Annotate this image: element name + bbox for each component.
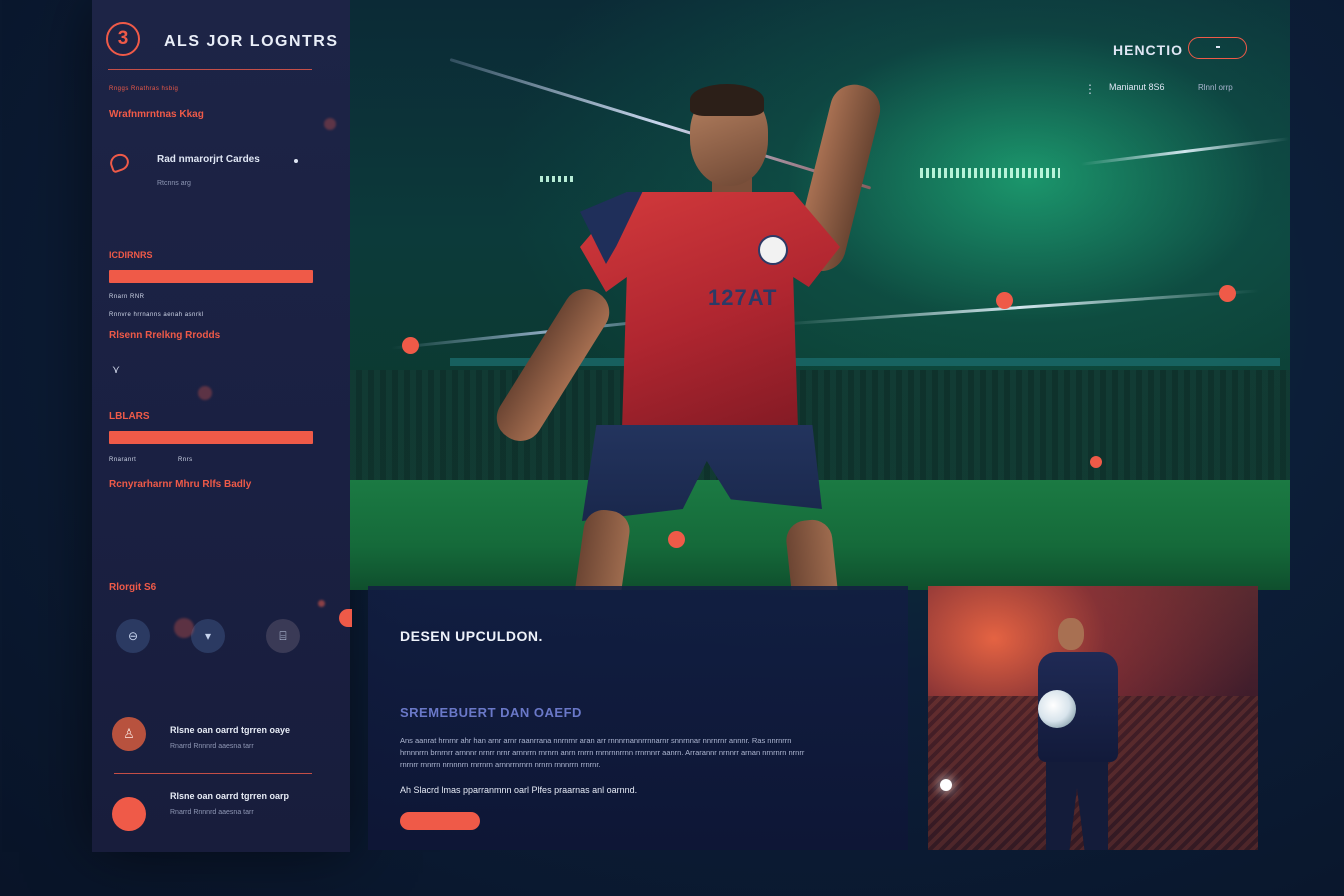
pill-marker [1216, 46, 1220, 48]
content-panel: DESEN UPCULDON. SREMEBUERT DAN OAEFD Ans… [368, 586, 908, 850]
sidebar: 3 ALS JOR LOGNTRS Rnggs Rnathras hsbig W… [92, 0, 350, 852]
panel-title: DESEN UPCULDON. [400, 628, 543, 644]
light-streak [1080, 137, 1290, 166]
highlight-dot [996, 292, 1013, 309]
user-icon[interactable]: ♙ [112, 717, 146, 751]
sidebar-caption: Rnaranrt [109, 457, 137, 463]
jersey-number: 127AT [708, 285, 778, 310]
sidebar-link[interactable]: Rlsenn Rrelkng Rrodds [109, 330, 220, 341]
sidebar-caption: Rnggs Rnathras hsbig [109, 86, 179, 92]
ring-icon [107, 151, 132, 174]
football-icon [1038, 690, 1076, 728]
player-hair [690, 84, 764, 116]
hero-meta-link[interactable]: Manianut 8S6 [1109, 82, 1165, 92]
club-crest-icon [758, 235, 788, 265]
decor-dot [174, 618, 194, 638]
list-item-title[interactable]: Rlsne oan oarrd tgrren oaye [170, 725, 290, 735]
app-frame: 3 ALS JOR LOGNTRS Rnggs Rnathras hsbig W… [0, 0, 1344, 896]
decor-dot [198, 386, 212, 400]
sidebar-caption: Rnarn RNR [109, 294, 145, 300]
panel-subtitle: SREMEBUERT DAN OAEFD [400, 705, 582, 720]
divider [114, 773, 312, 774]
stadium-light [940, 779, 952, 791]
hero-meta-link[interactable]: Rlnnl orrp [1198, 83, 1233, 92]
sidebar-caption: Rnnvre hrrnanns aenah asnrkl [109, 312, 204, 318]
panel-body-text: Ans aanrat hrnrnr ahr han arnr arnr raan… [400, 736, 805, 769]
cta-button[interactable] [400, 812, 480, 830]
highlight-dot [1219, 285, 1236, 302]
sidebar-caption: Rnrs [178, 457, 193, 463]
divider [108, 69, 312, 70]
sidebar-section-heading[interactable]: Wrafnmrntnas Kkag [109, 109, 204, 120]
decor-dot [318, 600, 325, 607]
list-item-subtitle: Rnarrd Rnnnrd aaesna tarr [170, 743, 254, 750]
highlight-dot [1090, 456, 1102, 468]
logo-badge[interactable]: 3 [106, 22, 140, 56]
player-head [1058, 618, 1084, 650]
panel-note: Ah Slacrd lmas pparranmnn oarl Plfes pra… [400, 785, 638, 795]
sidebar-section-heading: ICDIRNRS [109, 250, 153, 260]
decor-dot [339, 609, 352, 627]
status-dot [294, 159, 298, 163]
sidebar-section-heading: Rlorgit S6 [109, 582, 157, 593]
floodlight [920, 168, 1060, 178]
list-item-title[interactable]: Rlsne oan oarrd tgrren oarp [170, 791, 289, 801]
minus-circle-icon[interactable]: ⊖ [116, 619, 150, 653]
player-arm [488, 280, 618, 450]
dropdown-icon[interactable]: ▾ [191, 619, 225, 653]
sidebar-item-subtitle: Rtcnns arg [157, 180, 191, 187]
progress-bar[interactable] [109, 270, 313, 283]
list-item-subtitle: Rnarrd Rnnnrd aaesna tarr [170, 809, 254, 816]
player-figure: 127AT [488, 79, 910, 590]
record-icon[interactable] [112, 797, 146, 831]
decor-dot [324, 118, 336, 130]
sidebar-section-heading: LBLARS [109, 411, 150, 422]
hero-title: HENCTIO [1113, 42, 1183, 58]
highlight-dot [402, 337, 419, 354]
hero-pill-button[interactable] [1188, 37, 1247, 59]
sidebar-item-title[interactable]: Rad nmarorjrt Cardes [157, 154, 260, 165]
kebab-menu-icon[interactable]: ⋮ [1084, 82, 1096, 96]
chevron-down-icon[interactable]: ⋎ [112, 363, 120, 376]
player-leg [569, 507, 633, 590]
player-leg [784, 517, 842, 590]
brand-name: ALS JOR LOGNTRS [164, 33, 339, 50]
thumbnail-image[interactable] [928, 586, 1258, 850]
sidebar-link[interactable]: Rcnyrarharnr Mhru Rlfs Badly [109, 479, 251, 490]
printer-icon[interactable]: ⌸ [266, 619, 300, 653]
progress-bar[interactable] [109, 431, 313, 444]
hero-banner: 127AT HENCTIO ⋮ Manianut 8S6 Rlnnl orrp [350, 0, 1290, 590]
